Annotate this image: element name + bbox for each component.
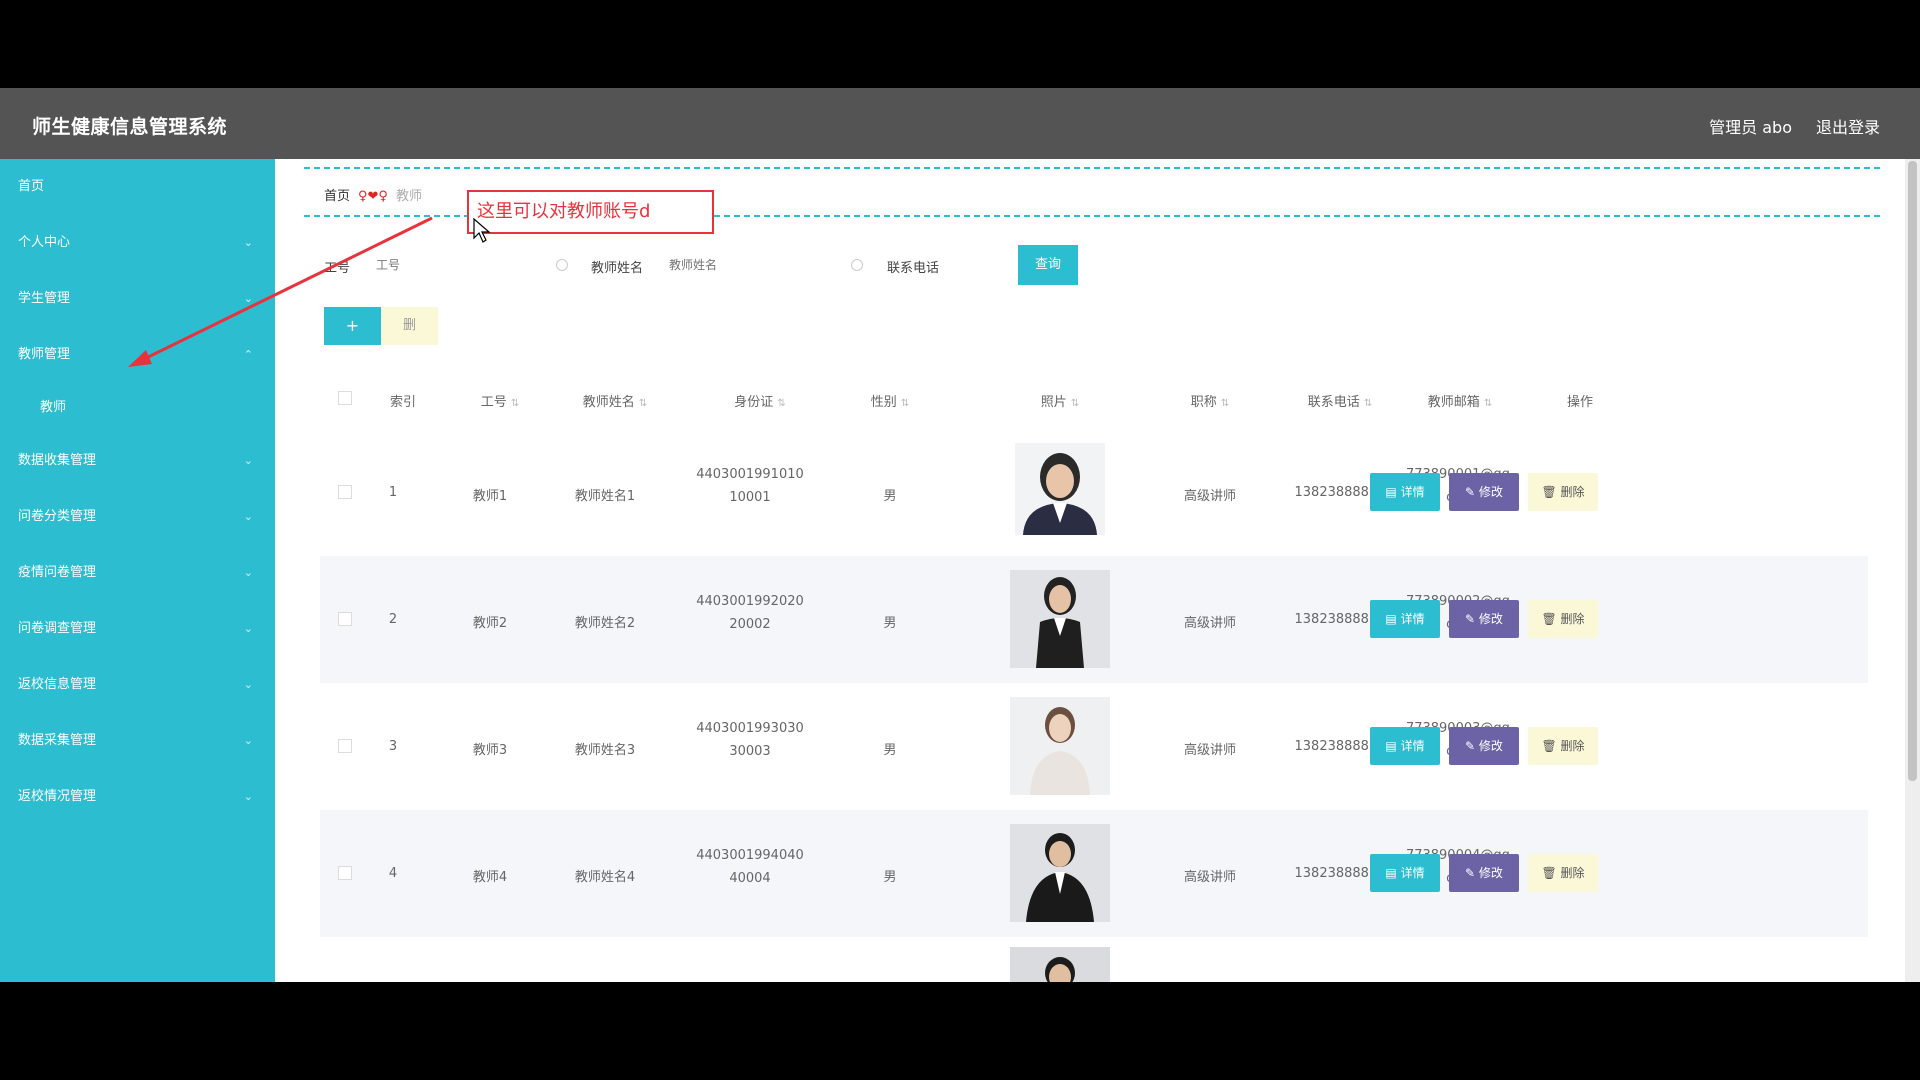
annotation-arrow xyxy=(128,216,433,367)
mouse-cursor-icon xyxy=(473,218,491,243)
app-frame: 师生健康信息管理系统 管理员 abo 退出登录 首页 个人中心 ⌄ 学生管理 ⌄ 教… xyxy=(0,88,1920,982)
